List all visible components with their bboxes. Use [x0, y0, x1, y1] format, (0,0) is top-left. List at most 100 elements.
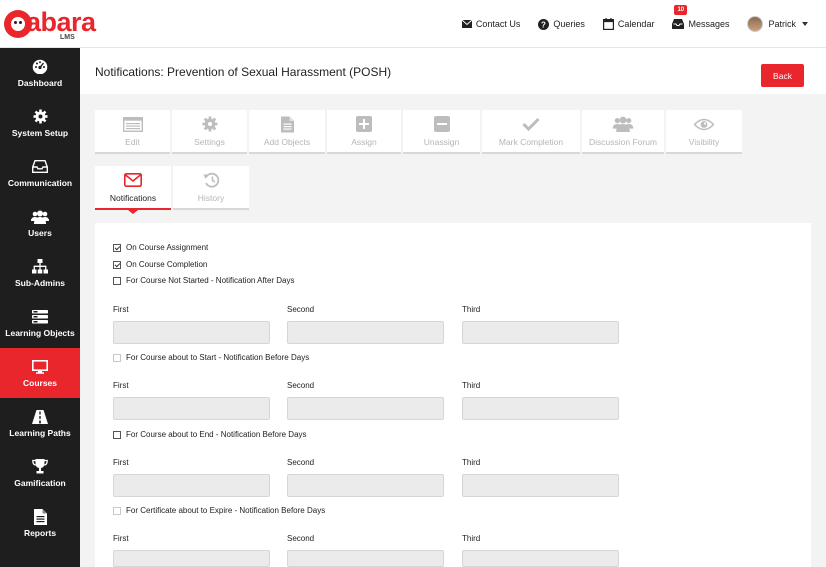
contact-us-link[interactable]: Contact Us: [461, 19, 520, 29]
users-icon: [612, 115, 634, 133]
about-to-start-first-input[interactable]: [113, 397, 270, 420]
envelope-icon: [124, 171, 142, 189]
course-about-to-end-checkbox[interactable]: [113, 430, 121, 439]
not-started-second-input[interactable]: [287, 321, 444, 344]
sidebar-item-label: Gamification: [14, 478, 66, 488]
about-to-end-third-input[interactable]: [462, 474, 619, 497]
edit-label: Edit: [125, 137, 140, 147]
sidebar-item-label: Learning Objects: [5, 328, 75, 338]
monitor-icon: [32, 358, 48, 375]
about-to-start-third-input[interactable]: [462, 397, 619, 420]
discussion-forum-button[interactable]: Discussion Forum: [582, 110, 664, 154]
certificate-expire-label: For Certificate about to Expire - Notifi…: [126, 506, 326, 515]
messages-link[interactable]: 10 Messages: [672, 5, 730, 29]
about-to-end-second-input[interactable]: [287, 474, 444, 497]
add-objects-button[interactable]: Add Objects: [249, 110, 325, 154]
not-started-third-input[interactable]: [462, 321, 619, 344]
course-about-to-end-label: For Course about to End - Notification B…: [126, 430, 307, 439]
sidebar-item-dashboard[interactable]: Dashboard: [0, 48, 80, 98]
mark-completion-button[interactable]: Mark Completion: [482, 110, 580, 154]
inbox-icon: [672, 19, 685, 29]
about-to-end-first-input[interactable]: [113, 474, 270, 497]
history-icon: [203, 171, 220, 189]
queries-link[interactable]: ? Queries: [538, 18, 585, 30]
on-course-assignment-checkbox[interactable]: [113, 243, 121, 252]
sidebar-item-label: Reports: [23, 528, 57, 538]
back-button[interactable]: Back: [761, 64, 804, 87]
settings-label: Settings: [194, 137, 225, 147]
eye-icon: [694, 115, 714, 133]
course-about-to-start-label: For Course about to Start - Notification…: [126, 353, 310, 362]
unassign-button[interactable]: Unassign: [403, 110, 480, 154]
road-icon: [32, 408, 48, 425]
cert-expire-second-input[interactable]: [287, 550, 444, 567]
on-course-completion-label: On Course Completion: [126, 260, 208, 269]
checkmark-icon: [522, 115, 540, 133]
course-about-to-start-checkbox[interactable]: [113, 353, 121, 362]
second-label: Second: [287, 534, 315, 543]
about-to-start-second-input[interactable]: [287, 397, 444, 420]
top-nav: Contact Us ? Queries Calendar 10 Message…: [461, 0, 826, 48]
visibility-button[interactable]: Visibility: [666, 110, 742, 154]
layers-icon: [32, 308, 48, 325]
messages-label: Messages: [688, 19, 730, 29]
abara-logo[interactable]: abara LMS: [4, 4, 104, 44]
assign-button[interactable]: Assign: [327, 110, 401, 154]
page-title: Notifications: Prevention of Sexual Hara…: [95, 65, 392, 79]
sidebar-item-label: Users: [28, 228, 52, 238]
sidebar-item-reports[interactable]: Reports: [0, 498, 80, 548]
users-icon: [31, 208, 49, 225]
assign-label: Assign: [351, 137, 377, 147]
sidebar-item-learning-paths[interactable]: Learning Paths: [0, 398, 80, 448]
sidebar-item-learning-objects[interactable]: Learning Objects: [0, 298, 80, 348]
logo-subtitle: LMS: [60, 34, 75, 41]
calendar-label: Calendar: [617, 19, 655, 29]
sidebar-item-label: Sub-Admins: [14, 278, 66, 288]
sidebar-item-label: System Setup: [11, 128, 69, 138]
tab-notifications[interactable]: Notifications: [95, 166, 171, 214]
calendar-link[interactable]: Calendar: [602, 18, 655, 30]
sidebar-item-gamification[interactable]: Gamification: [0, 448, 80, 498]
sidebar-item-label: Courses: [22, 378, 57, 388]
settings-button[interactable]: Settings: [172, 110, 247, 154]
sidebar: Dashboard System Setup Communication Use…: [0, 48, 80, 567]
sidebar-item-label: Learning Paths: [9, 428, 71, 438]
user-menu[interactable]: Patrick: [747, 16, 808, 32]
first-label: First: [113, 534, 129, 543]
plus-square-icon: [356, 115, 372, 133]
tab-notifications-label: Notifications: [109, 193, 157, 203]
on-course-completion-row: On Course Completion: [113, 260, 207, 269]
on-course-assignment-row: On Course Assignment: [113, 243, 208, 252]
sidebar-item-courses[interactable]: Courses: [0, 348, 80, 398]
course-about-to-start-row: For Course about to Start - Notification…: [113, 353, 309, 362]
sidebar-item-system-setup[interactable]: System Setup: [0, 98, 80, 148]
third-label: Third: [462, 458, 481, 467]
sidebar-item-sub-admins[interactable]: Sub-Admins: [0, 248, 80, 298]
cert-expire-first-input[interactable]: [113, 550, 270, 567]
certificate-expire-checkbox[interactable]: [113, 506, 121, 515]
on-course-completion-checkbox[interactable]: [113, 260, 121, 269]
not-started-first-input[interactable]: [113, 321, 270, 344]
first-label: First: [113, 458, 129, 467]
course-toolbar: Edit Settings Add Objects Assign Unassig…: [95, 110, 744, 154]
queries-label: Queries: [553, 19, 585, 29]
second-label: Second: [287, 458, 315, 467]
third-label: Third: [462, 534, 481, 543]
gear-icon: [33, 108, 48, 125]
tab-history[interactable]: History: [173, 166, 249, 210]
gear-icon: [202, 115, 218, 133]
file-icon: [33, 508, 47, 525]
notification-tabs: Notifications History: [95, 166, 251, 214]
unassign-label: Unassign: [423, 137, 460, 147]
third-label: Third: [462, 305, 481, 314]
sidebar-item-communication[interactable]: Communication: [0, 148, 80, 198]
mark-completion-label: Mark Completion: [498, 137, 564, 147]
cert-expire-third-input[interactable]: [462, 550, 619, 567]
messages-count-badge: 10: [674, 5, 688, 15]
course-not-started-checkbox[interactable]: [113, 276, 121, 285]
user-name: Patrick: [768, 19, 796, 29]
sidebar-item-users[interactable]: Users: [0, 198, 80, 248]
edit-button[interactable]: Edit: [95, 110, 170, 154]
question-circle-icon: ?: [538, 18, 550, 30]
calendar-icon: [602, 18, 614, 30]
